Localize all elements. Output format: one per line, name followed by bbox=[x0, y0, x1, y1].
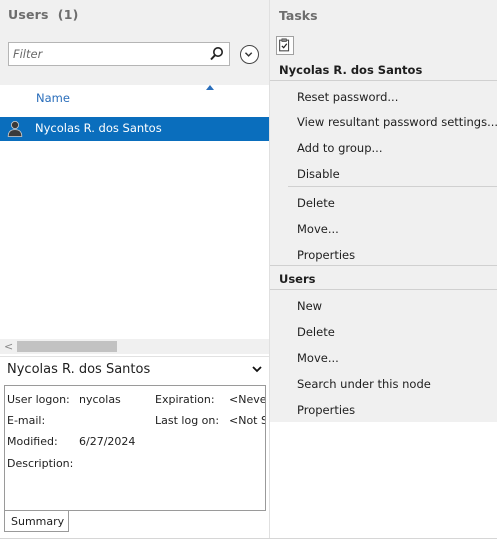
filter-box[interactable] bbox=[8, 42, 230, 66]
tab-summary[interactable]: Summary bbox=[4, 511, 69, 532]
task-add-to-group[interactable]: Add to group... bbox=[297, 141, 383, 155]
divider bbox=[270, 289, 497, 290]
description-label: Description: bbox=[7, 457, 74, 470]
users-count: (1) bbox=[57, 7, 79, 22]
user-icon bbox=[7, 121, 23, 137]
tasks-list: Nycolas R. dos Santos Reset password... … bbox=[270, 58, 497, 422]
user-logon-label: User logon: bbox=[7, 393, 70, 406]
list-item[interactable]: Nycolas R. dos Santos bbox=[0, 117, 269, 141]
divider bbox=[270, 265, 497, 266]
last-logon-value: <Not S bbox=[229, 414, 266, 427]
chevron-down-icon bbox=[244, 52, 253, 57]
last-logon-label: Last log on: bbox=[155, 414, 220, 427]
clipboard-check-icon bbox=[279, 38, 290, 52]
chevron-down-icon[interactable] bbox=[251, 363, 263, 375]
expiration-label: Expiration: bbox=[155, 393, 215, 406]
task-view-resultant-password-settings[interactable]: View resultant password settings... bbox=[297, 115, 497, 129]
column-header-row: Name bbox=[0, 85, 269, 117]
user-logon-value: nycolas bbox=[79, 393, 121, 406]
details-header[interactable]: Nycolas R. dos Santos bbox=[0, 356, 269, 382]
divider bbox=[270, 80, 497, 81]
details-title: Nycolas R. dos Santos bbox=[7, 362, 151, 377]
tasks-title: Tasks bbox=[279, 8, 318, 23]
email-label: E-mail: bbox=[7, 414, 46, 427]
task-delete-user[interactable]: Delete bbox=[297, 196, 335, 210]
expiration-value: <Neve bbox=[229, 393, 266, 406]
task-properties-container[interactable]: Properties bbox=[297, 403, 355, 417]
column-header-name[interactable]: Name bbox=[36, 91, 70, 105]
users-title: Users (1) bbox=[8, 7, 79, 22]
task-search-under-node[interactable]: Search under this node bbox=[297, 377, 431, 391]
bottom-border bbox=[0, 538, 497, 539]
users-pane: Users (1) Name bbox=[0, 0, 269, 538]
task-disable[interactable]: Disable bbox=[297, 167, 340, 181]
tasks-pane: Tasks Nycolas R. dos Santos Reset passwo… bbox=[270, 0, 497, 538]
search-icon[interactable] bbox=[209, 46, 224, 61]
users-header: Users (1) bbox=[0, 0, 269, 30]
user-name: Nycolas R. dos Santos bbox=[35, 121, 162, 135]
horizontal-scrollbar[interactable]: < bbox=[0, 339, 269, 354]
section-heading-user: Nycolas R. dos Santos bbox=[279, 63, 423, 77]
users-title-label: Users bbox=[8, 7, 49, 22]
modified-label: Modified: bbox=[7, 435, 58, 448]
task-properties-user[interactable]: Properties bbox=[297, 248, 355, 262]
tasks-header: Tasks bbox=[270, 0, 497, 34]
task-delete-container[interactable]: Delete bbox=[297, 325, 335, 339]
sort-ascending-icon bbox=[206, 85, 214, 90]
tab-summary-label: Summary bbox=[11, 515, 65, 528]
filter-bar bbox=[0, 30, 269, 85]
divider bbox=[288, 186, 497, 187]
tasks-toolbar-button[interactable] bbox=[276, 36, 294, 55]
task-move-container[interactable]: Move... bbox=[297, 351, 339, 365]
task-reset-password[interactable]: Reset password... bbox=[297, 90, 398, 104]
section-heading-users: Users bbox=[279, 272, 316, 286]
expand-filter-button[interactable] bbox=[240, 45, 259, 64]
task-new[interactable]: New bbox=[297, 299, 322, 313]
scroll-left-icon[interactable]: < bbox=[4, 340, 13, 353]
summary-panel: User logon: nycolas E-mail: Modified: 6/… bbox=[4, 385, 266, 511]
modified-value: 6/27/2024 bbox=[79, 435, 136, 448]
scrollbar-thumb[interactable] bbox=[17, 341, 117, 352]
task-move-user[interactable]: Move... bbox=[297, 222, 339, 236]
tasks-toolbar bbox=[270, 34, 497, 58]
filter-input[interactable] bbox=[13, 46, 203, 62]
active-directory-users-view: Users (1) Name bbox=[0, 0, 497, 545]
